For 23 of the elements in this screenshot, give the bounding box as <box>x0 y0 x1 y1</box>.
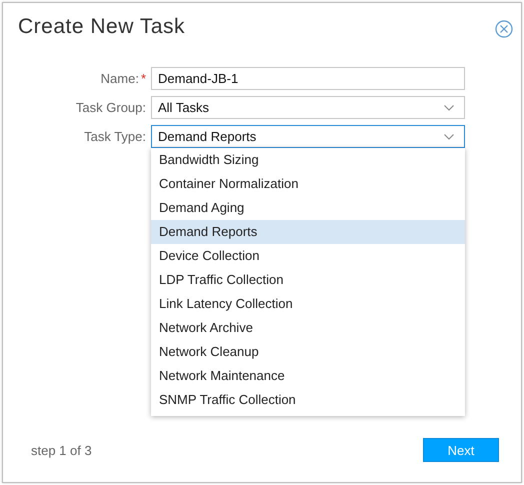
field-label: Name: <box>100 71 139 86</box>
field-label: Task Group: <box>76 100 146 115</box>
dropdown-option[interactable]: Network Archive <box>151 316 465 340</box>
dropdown-option[interactable]: Bandwidth Sizing <box>151 148 465 172</box>
name-field[interactable]: Demand-JB-1 <box>151 67 465 90</box>
dropdown-option[interactable]: Demand Reports <box>151 220 465 244</box>
step-indicator: step 1 of 3 <box>31 442 92 458</box>
dropdown-option[interactable]: Container Normalization <box>151 172 465 196</box>
dropdown-option[interactable]: SNMP Traffic Collection <box>151 388 465 412</box>
chevron-icon <box>444 134 454 140</box>
field-label: Task Type: <box>84 129 146 144</box>
dropdown-option[interactable]: Demand Aging <box>151 196 465 220</box>
dropdown-option[interactable]: Link Latency Collection <box>151 292 465 316</box>
close-icon[interactable] <box>495 20 513 38</box>
dropdown-option[interactable]: Network Cleanup <box>151 340 465 364</box>
dropdown-option[interactable]: LDP Traffic Collection <box>151 268 465 292</box>
dialog-title: Create New Task <box>18 15 186 39</box>
select-field[interactable]: All Tasks <box>151 96 465 119</box>
dropdown-option[interactable]: Network Maintenance <box>151 364 465 388</box>
chevron-icon <box>444 104 454 110</box>
required-mark: * <box>140 71 146 86</box>
select-field[interactable]: Demand Reports <box>151 125 465 148</box>
dropdown-option[interactable]: Device Collection <box>151 244 465 268</box>
